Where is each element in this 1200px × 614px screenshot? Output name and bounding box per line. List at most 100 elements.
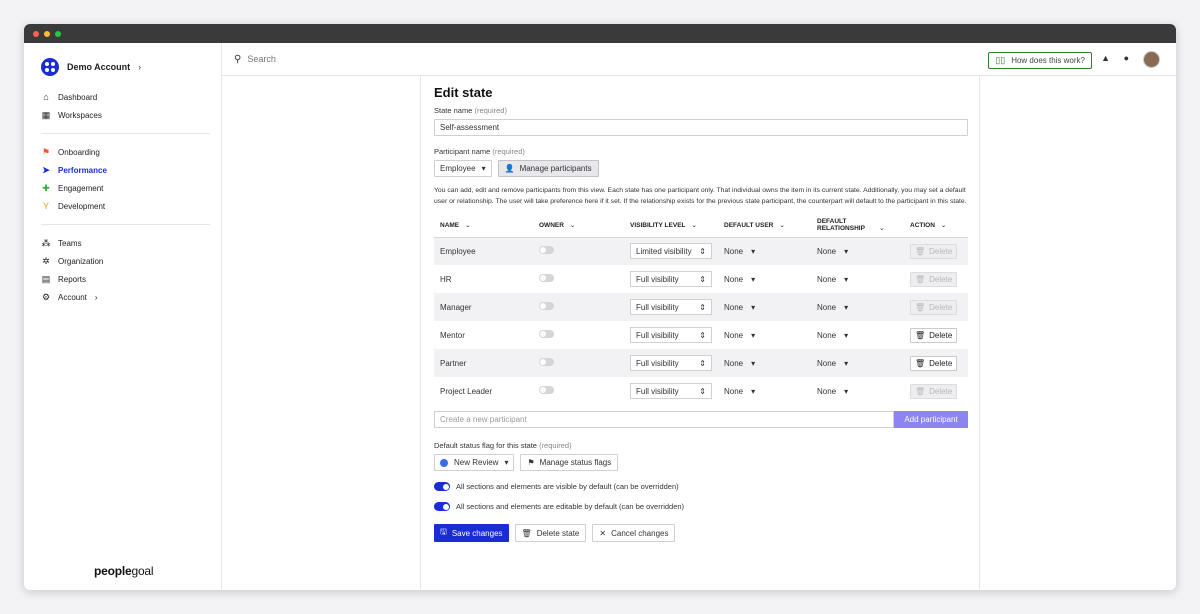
minimize-window-dot[interactable] [44,30,50,37]
default-relationship-select[interactable]: None ▾ [817,387,848,396]
visibility-select[interactable]: Limited visibility ⇕ [630,243,712,260]
sidebar-item-reports[interactable]: ▤ Reports [41,270,221,288]
sidebar-item-dashboard[interactable]: ⌂ Dashboard [41,88,221,106]
column-header-default-user[interactable]: DEFAULT USER ⌄ [718,213,811,238]
account-switcher[interactable]: Demo Account › [24,57,221,77]
teams-icon: ⁂ [41,237,51,248]
save-icon: 🖫 [440,527,447,536]
state-name-input[interactable]: Self-assessment [434,119,968,136]
gear-icon: ⚙ [41,291,51,302]
maximize-window-dot[interactable] [55,30,61,37]
participant-name: Mentor [440,330,465,340]
owner-toggle[interactable] [539,330,554,338]
owner-toggle[interactable] [539,386,554,394]
trash-icon: 🗑 [915,386,926,396]
owner-toggle[interactable] [539,358,554,366]
main-area: ⚲ ▯▯ How does this work? ▲ ● Edit state … [222,43,1176,590]
default-relationship-cell: None ▾ [811,321,904,349]
visible-default-toggle[interactable] [434,482,450,491]
paper-plane-icon: ➤ [42,164,50,175]
default-user-select[interactable]: None ▾ [724,275,755,284]
default-user-select[interactable]: None ▾ [724,247,755,256]
sidebar-item-workspaces[interactable]: ▦ Workspaces [41,106,221,124]
page-title: Edit state [434,85,493,100]
editable-default-setting: All sections and elements are editable b… [434,502,968,511]
close-window-dot[interactable] [33,30,39,37]
sidebar-item-development[interactable]: Y Development [41,197,221,215]
editable-default-toggle[interactable] [434,502,450,511]
status-flag-select[interactable]: New Review ▾ [434,454,515,471]
default-relationship-select[interactable]: None ▾ [817,359,848,368]
visibility-select[interactable]: Full visibility ⇕ [630,299,712,315]
default-relationship-cell: None ▾ [811,377,904,405]
default-user-value: None [724,330,744,340]
status-dot-icon [440,458,448,467]
sidebar-item-label: Development [58,201,106,211]
visibility-select[interactable]: Full visibility ⇕ [630,327,712,343]
participant-name: Manager [434,293,533,321]
sidebar-item-label: Onboarding [58,147,100,157]
column-header-visibility[interactable]: VISIBILITY LEVEL ⌄ [624,213,718,238]
sidebar-item-label: Reports [58,274,87,284]
required-hint: (required) [539,441,572,450]
manage-participants-button[interactable]: 👤 Manage participants [497,160,599,177]
chevron-down-icon: ⌄ [879,224,885,232]
visibility-select[interactable]: Full visibility ⇕ [630,271,712,287]
default-relationship-select[interactable]: None ▾ [817,303,848,312]
sidebar-item-performance[interactable]: ➤ Performance [41,161,221,179]
default-relationship-select[interactable]: None ▾ [817,247,848,256]
action-cell: 🗑 Delete [904,293,968,321]
visibility-cell: Full visibility ⇕ [624,265,718,293]
delete-participant-button[interactable]: 🗑 Delete [910,271,958,287]
sidebar-item-account[interactable]: ⚙ Account › [41,288,221,306]
flag-icon: ⚑ [527,458,535,467]
delete-participant-button[interactable]: 🗑 Delete [910,327,958,343]
column-header-owner[interactable]: OWNER ⌄ [533,213,624,238]
caret-down-icon: ▾ [504,458,509,467]
delete-participant-button[interactable]: 🗑 Delete [910,243,958,259]
owner-toggle[interactable] [539,246,554,255]
participant-select[interactable]: Employee ▾ [434,160,492,177]
default-relationship-select[interactable]: None ▾ [817,275,848,284]
bell-icon[interactable]: ▲ [1101,53,1110,63]
add-participant-button[interactable]: Add participant [894,411,968,428]
book-icon: ▯▯ [995,55,1006,65]
delete-participant-button[interactable]: 🗑 Delete [910,299,958,315]
sidebar-item-organization[interactable]: ✲ Organization [41,252,221,270]
delete-participant-button[interactable]: 🗑 Delete [910,355,958,371]
sidebar-item-engagement[interactable]: ✚ Engagement [41,179,221,197]
sort-arrows-icon: ⇕ [699,302,706,312]
default-user-select[interactable]: None ▾ [724,331,755,340]
new-participant-input[interactable]: Create a new participant [434,411,894,428]
avatar[interactable] [1143,51,1160,68]
editable-default-label: All sections and elements are editable b… [456,502,685,511]
search-input[interactable] [247,54,448,64]
default-relationship-select[interactable]: None ▾ [817,331,848,340]
delete-state-button[interactable]: 🗑 Delete state [514,524,587,542]
column-header-action[interactable]: ACTION ⌄ [904,213,968,238]
trash-icon: 🗑 [915,274,926,284]
delete-participant-button[interactable]: 🗑 Delete [910,383,958,399]
default-user-cell: None ▾ [718,237,811,265]
column-header-name[interactable]: NAME ⌄ [434,213,533,238]
how-does-this-work-button[interactable]: ▯▯ How does this work? [988,52,1092,69]
default-user-select[interactable]: None ▾ [724,359,755,368]
visibility-select[interactable]: Full visibility ⇕ [630,383,712,399]
column-header-default-relationship[interactable]: DEFAULT RELATIONSHIP ⌄ [811,213,904,238]
default-user-select[interactable]: None ▾ [724,303,755,312]
sidebar-item-teams[interactable]: ⁂ Teams [41,234,221,252]
cancel-changes-button[interactable]: ✕ Cancel changes [592,524,676,542]
manage-status-flags-button[interactable]: ⚑ Manage status flags [520,454,619,471]
visibility-value: Full visibility [636,274,679,284]
owner-toggle[interactable] [539,302,554,310]
save-changes-button[interactable]: 🖫 Save changes [434,524,509,542]
account-logo-icon [41,58,59,76]
owner-toggle[interactable] [539,274,554,282]
visibility-select[interactable]: Full visibility ⇕ [630,355,712,371]
caret-down-icon: ▾ [844,386,849,396]
participant-name: Employee [434,237,533,265]
lightbulb-icon[interactable]: ● [1124,53,1129,63]
participant-name-label: Participant name (required) [434,147,968,156]
default-user-select[interactable]: None ▾ [724,387,755,396]
sidebar-item-onboarding[interactable]: ⚑ Onboarding [41,143,221,161]
